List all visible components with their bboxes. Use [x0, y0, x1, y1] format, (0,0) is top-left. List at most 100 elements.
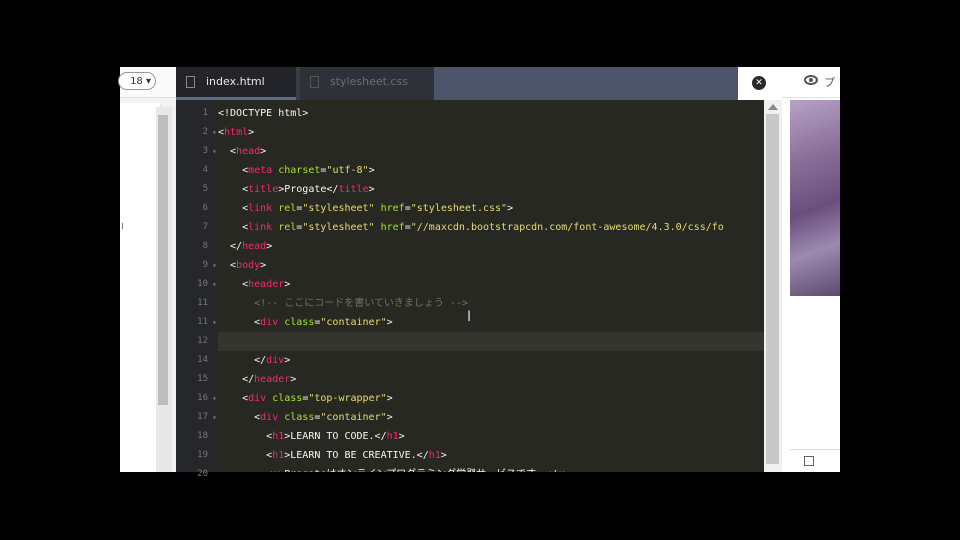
- code-line[interactable]: <div class="container">: [218, 408, 764, 427]
- code-token: "stylesheet": [302, 222, 375, 233]
- tab-bar: index.html stylesheet.css ✕: [176, 67, 782, 100]
- code-area[interactable]: <!DOCTYPE html> <html> <head> <meta chars…: [218, 100, 764, 472]
- tab-label: index.html: [206, 75, 265, 88]
- preview-panel: プ: [782, 67, 840, 472]
- code-line[interactable]: </header>: [218, 370, 764, 389]
- code-token: link: [248, 203, 273, 214]
- code-token: body: [236, 260, 261, 271]
- code-token: class: [272, 393, 303, 404]
- code-token: >: [563, 469, 569, 472]
- eye-icon[interactable]: [804, 75, 818, 85]
- code-token: href: [380, 222, 405, 233]
- code-token: "utf-8": [326, 165, 369, 176]
- code-token: "container": [320, 412, 387, 423]
- code-line[interactable]: <!-- ここにコードを書いていきましょう -->: [218, 294, 764, 313]
- code-token: <: [218, 431, 273, 442]
- code-token: >LEARN TO BE CREATIVE.</: [284, 450, 429, 461]
- left-content: [120, 103, 161, 472]
- fold-arrow-icon[interactable]: ▾: [212, 275, 217, 294]
- fold-arrow-icon[interactable]: ▾: [212, 389, 217, 408]
- code-editor[interactable]: index.html stylesheet.css ✕ 1 2 ▾ 3 ▾ 4 5 6 7 8 9 ▾…: [176, 67, 782, 479]
- code-token: <: [218, 184, 249, 195]
- code-token: <: [218, 450, 273, 461]
- code-line[interactable]: <div class="container">: [218, 313, 764, 332]
- line-number: 14: [197, 355, 208, 365]
- code-line[interactable]: <body>: [218, 256, 764, 275]
- close-icon[interactable]: ✕: [752, 76, 766, 90]
- line-number: 20: [197, 469, 208, 479]
- preview-hero-image: [790, 100, 840, 296]
- code-line[interactable]: <link rel="stylesheet" href="//maxcdn.bo…: [218, 218, 764, 237]
- code-token: h1: [386, 431, 399, 442]
- code-token: </: [218, 241, 243, 252]
- code-token: </: [218, 374, 255, 385]
- code-token: <!DOCTYPE html>: [218, 108, 309, 119]
- code-token: >: [386, 393, 393, 404]
- code-token: rel: [278, 222, 297, 233]
- code-token: >: [507, 203, 514, 214]
- tab-index-html[interactable]: index.html: [176, 67, 296, 100]
- code-token: </: [218, 355, 267, 366]
- preview-label: プ: [824, 76, 835, 89]
- tab-label: stylesheet.css: [330, 75, 408, 88]
- line-number: 1: [202, 108, 208, 118]
- tab-stylesheet-css[interactable]: stylesheet.css: [300, 67, 434, 100]
- code-token: >: [266, 241, 273, 252]
- code-token: >: [440, 450, 447, 461]
- code-line[interactable]: <div class="top-wrapper">: [218, 389, 764, 408]
- code-token: <: [218, 393, 249, 404]
- code-line[interactable]: <p>Progateはオンラインプログラミング学習サービスです。</p>: [218, 465, 764, 472]
- code-token: <: [218, 222, 249, 233]
- code-token: div: [260, 412, 279, 423]
- code-token: div: [266, 355, 285, 366]
- left-scroll-thumb[interactable]: [158, 115, 168, 405]
- file-icon: [310, 76, 319, 88]
- code-token: >: [398, 431, 405, 442]
- code-line[interactable]: <meta charset="utf-8">: [218, 161, 764, 180]
- code-token: >Progate</: [278, 184, 339, 195]
- code-token: >: [368, 165, 375, 176]
- tab-bar-empty: [434, 67, 738, 100]
- fold-arrow-icon[interactable]: ▾: [212, 313, 217, 332]
- code-line[interactable]: <title>Progate</title>: [218, 180, 764, 199]
- code-line[interactable]: <html>: [218, 123, 764, 142]
- code-token: "//maxcdn.bootstrapcdn.com/font-awesome/…: [410, 222, 724, 233]
- code-token: href: [380, 203, 405, 214]
- editor-scrollbar[interactable]: [764, 100, 782, 472]
- fold-arrow-icon[interactable]: ▾: [212, 256, 217, 275]
- scroll-up-icon[interactable]: [768, 104, 778, 110]
- font-size-value: 18: [130, 76, 143, 87]
- code-token: class: [284, 412, 315, 423]
- code-token: class: [284, 317, 315, 328]
- code-token: div: [248, 393, 267, 404]
- code-token: >LEARN TO CODE.</: [284, 431, 387, 442]
- editor-scroll-thumb[interactable]: [766, 114, 779, 464]
- layout-icon[interactable]: [804, 456, 814, 466]
- line-number-gutter: 1 2 ▾ 3 ▾ 4 5 6 7 8 9 ▾ 10 ▾ 11 11 ▾ 12 14 15 16 ▾ 17 ▾ 18 19 20: [176, 100, 218, 479]
- line-number: 12: [197, 336, 208, 346]
- font-size-select[interactable]: 18 ▾: [118, 72, 156, 90]
- code-line[interactable]: </div>: [218, 351, 764, 370]
- fold-arrow-icon[interactable]: ▾: [212, 142, 217, 161]
- code-line[interactable]: <h1>LEARN TO CODE.</h1>: [218, 427, 764, 446]
- code-token: head: [236, 146, 261, 157]
- code-line[interactable]: <head>: [218, 142, 764, 161]
- code-token: h1: [428, 450, 441, 461]
- code-line[interactable]: [218, 332, 764, 351]
- fold-arrow-icon[interactable]: ▾: [212, 123, 217, 142]
- line-number: 4: [202, 165, 208, 175]
- code-line[interactable]: <header>: [218, 275, 764, 294]
- tab-bar-actions: ✕: [738, 67, 782, 100]
- code-line[interactable]: <link rel="stylesheet" href="stylesheet.…: [218, 199, 764, 218]
- code-line[interactable]: </head>: [218, 237, 764, 256]
- preview-header: プ: [782, 67, 840, 98]
- fold-arrow-icon[interactable]: ▾: [212, 408, 217, 427]
- code-token: "container": [320, 317, 387, 328]
- code-line[interactable]: <h1>LEARN TO BE CREATIVE.</h1>: [218, 446, 764, 465]
- code-token: html: [224, 127, 249, 138]
- line-number: 6: [202, 203, 208, 213]
- code-line[interactable]: <!DOCTYPE html>: [218, 104, 764, 123]
- left-scrollbar[interactable]: [156, 107, 172, 472]
- code-token: <!-- ここにコードを書いていきましょう -->: [218, 298, 469, 309]
- code-token: "stylesheet": [302, 203, 375, 214]
